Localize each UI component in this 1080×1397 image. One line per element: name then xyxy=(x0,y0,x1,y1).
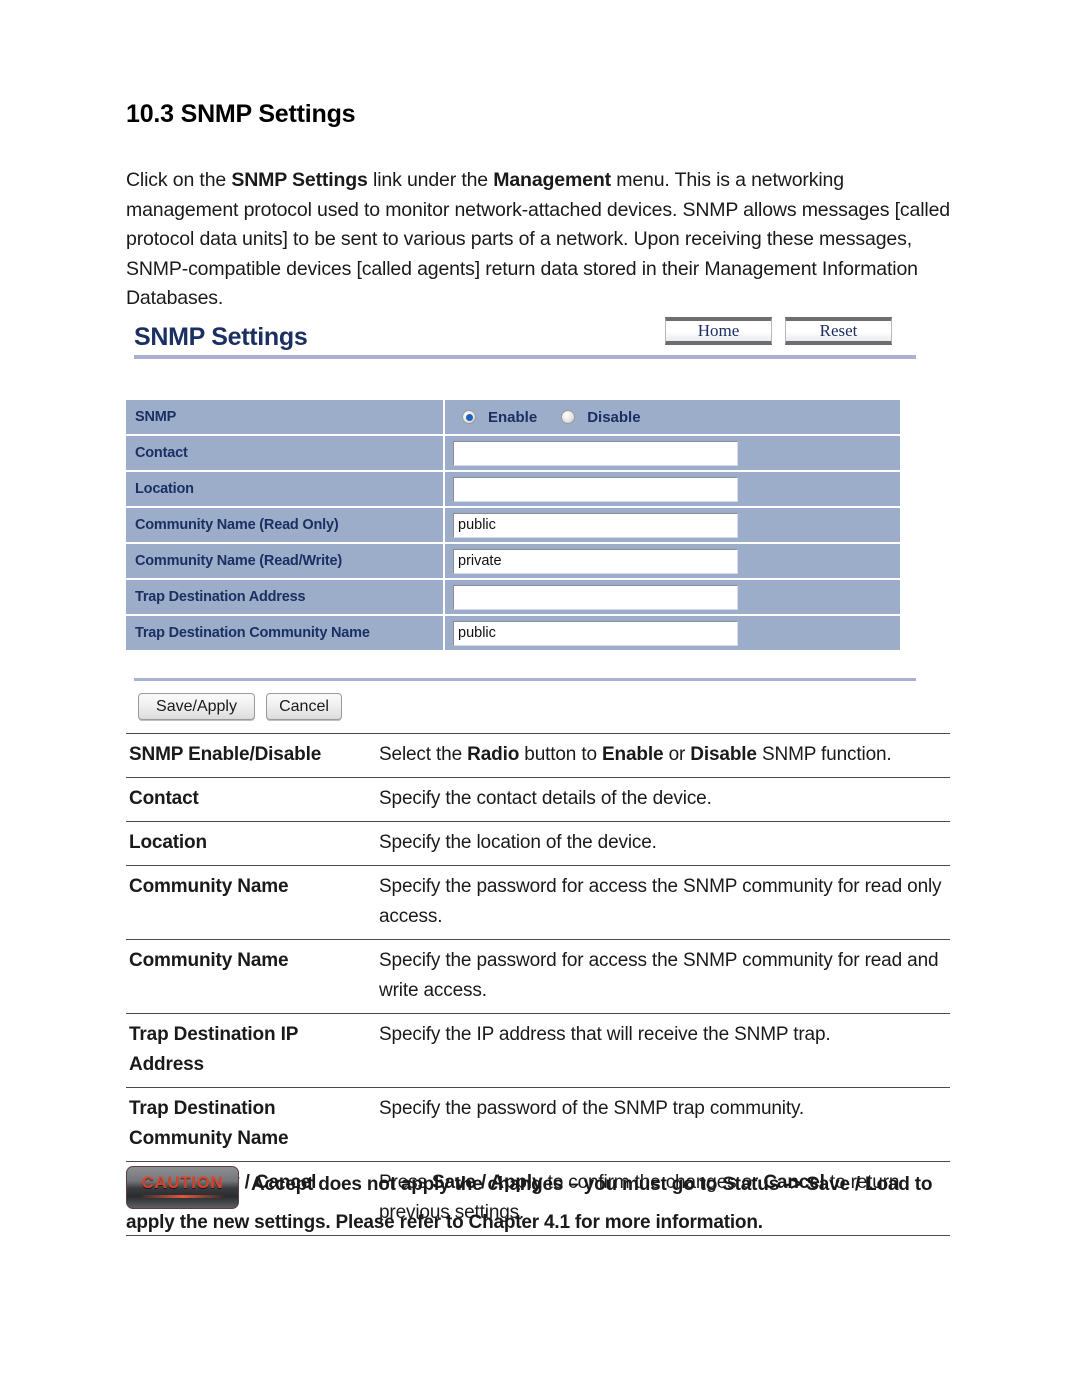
description-term: Contact xyxy=(126,777,375,822)
row-value-location xyxy=(445,472,900,506)
ui-page-title: SNMP Settings xyxy=(134,323,308,351)
row-value-community-read-only xyxy=(445,508,900,542)
intro-bold-management: Management xyxy=(493,169,611,191)
description-definition: Specify the password of the SNMP trap co… xyxy=(375,1087,950,1162)
caution-message-text: Accept does not apply the changes – you … xyxy=(126,1174,933,1233)
definition-text: SNMP function. xyxy=(756,744,892,765)
embedded-ui-screenshot: SNMP Settings Home Reset xyxy=(126,312,916,359)
definition-text: Specify the contact details of the devic… xyxy=(379,788,712,809)
table-row: SNMP Enable/Disable Select the Radio butt… xyxy=(126,733,950,778)
radio-enable[interactable] xyxy=(462,410,476,424)
table-row-location: Location xyxy=(126,472,900,506)
form-divider xyxy=(134,678,916,681)
definition-emphasis: Radio xyxy=(467,744,520,765)
row-label-community-read-only: Community Name (Read Only) xyxy=(126,508,445,542)
description-term: Community Name xyxy=(126,939,375,1014)
contact-input[interactable] xyxy=(453,440,738,466)
row-value-contact xyxy=(445,436,900,470)
row-value-community-read-write xyxy=(445,544,900,578)
row-label-trap-destination-community: Trap Destination Community Name xyxy=(126,616,445,650)
header-divider xyxy=(134,355,916,359)
caution-message: Accept does not apply the changes – you … xyxy=(126,1166,956,1242)
definition-text: Specify the password of the SNMP trap co… xyxy=(379,1098,805,1119)
table-row: Location Specify the location of the devi… xyxy=(126,821,950,866)
row-label-location: Location xyxy=(126,472,445,506)
descriptions-body: SNMP Enable/Disable Select the Radio butt… xyxy=(126,733,950,1236)
row-value-snmp: Enable Disable xyxy=(445,400,900,434)
definition-text: Specify the IP address that will receive… xyxy=(379,1024,831,1045)
description-term: SNMP Enable/Disable xyxy=(126,733,375,778)
table-row-community-read-write: Community Name (Read/Write) xyxy=(126,544,900,578)
description-term: Community Name xyxy=(126,865,375,940)
trap-destination-community-input[interactable] xyxy=(453,620,738,646)
description-definition: Specify the password for access the SNMP… xyxy=(375,865,950,940)
definition-text: Specify the location of the device. xyxy=(379,832,657,853)
description-term: Trap Destination IP Address xyxy=(126,1013,375,1088)
description-term: Trap Destination Community Name xyxy=(126,1087,375,1162)
row-label-snmp: SNMP xyxy=(126,400,445,434)
table-row-snmp: SNMP Enable Disable xyxy=(126,400,900,434)
community-read-write-input[interactable] xyxy=(453,548,738,574)
description-definition: Specify the contact details of the devic… xyxy=(375,777,950,822)
definition-text: Select the xyxy=(379,744,468,765)
field-descriptions-table: SNMP Enable/Disable Select the Radio butt… xyxy=(126,733,950,1236)
document-page: 10.3 SNMP Settings Click on the SNMP Set… xyxy=(0,0,1080,1397)
snmp-radio-group: Enable Disable xyxy=(453,400,900,434)
intro-text-a: Click on the xyxy=(126,169,232,191)
table-row: Trap Destination IP Address Specify the I… xyxy=(126,1013,950,1088)
save-apply-button[interactable]: Save/Apply xyxy=(138,693,255,720)
table-row-contact: Contact xyxy=(126,436,900,470)
definition-text: Specify the password for access the SNMP… xyxy=(379,876,942,927)
radio-disable-label: Disable xyxy=(587,408,641,426)
table-row: Community Name Specify the password for a… xyxy=(126,865,950,940)
table-row: Community Name Specify the password for a… xyxy=(126,939,950,1014)
snmp-settings-table: SNMP Enable Disable Contact Location Com… xyxy=(126,398,900,652)
row-label-community-read-write: Community Name (Read/Write) xyxy=(126,544,445,578)
settings-table-body: SNMP Enable Disable Contact Location Com… xyxy=(126,400,900,650)
ui-header: SNMP Settings Home Reset xyxy=(126,312,916,359)
description-definition: Specify the password for access the SNMP… xyxy=(375,939,950,1014)
reset-button[interactable]: Reset xyxy=(785,317,892,345)
description-definition: Specify the IP address that will receive… xyxy=(375,1013,950,1088)
row-value-trap-destination-community xyxy=(445,616,900,650)
definition-text: Specify the password for access the SNMP… xyxy=(379,950,939,1001)
radio-enable-label: Enable xyxy=(488,408,538,426)
table-row-trap-destination-community: Trap Destination Community Name xyxy=(126,616,900,650)
location-input[interactable] xyxy=(453,476,738,502)
table-row-trap-destination-address: Trap Destination Address xyxy=(126,580,900,614)
intro-bold-snmp-settings: SNMP Settings xyxy=(231,169,368,191)
table-row: Contact Specify the contact details of th… xyxy=(126,777,950,822)
row-label-trap-destination-address: Trap Destination Address xyxy=(126,580,445,614)
cancel-button[interactable]: Cancel xyxy=(266,693,342,720)
row-label-contact: Contact xyxy=(126,436,445,470)
home-button[interactable]: Home xyxy=(665,317,772,345)
definition-emphasis: Disable xyxy=(690,744,757,765)
page-title: 10.3 SNMP Settings xyxy=(126,100,356,128)
description-term: Location xyxy=(126,821,375,866)
table-row: Trap Destination Community Name Specify t… xyxy=(126,1087,950,1162)
description-definition: Specify the location of the device. xyxy=(375,821,950,866)
trap-destination-address-input[interactable] xyxy=(453,584,738,610)
definition-text: or xyxy=(663,744,691,765)
intro-text-b: link under the xyxy=(367,169,494,191)
community-read-only-input[interactable] xyxy=(453,512,738,538)
row-value-trap-destination-address xyxy=(445,580,900,614)
table-row-community-read-only: Community Name (Read Only) xyxy=(126,508,900,542)
definition-emphasis: Enable xyxy=(602,744,664,765)
description-definition: Select the Radio button to Enable or Dis… xyxy=(375,733,950,778)
definition-text: button to xyxy=(519,744,603,765)
intro-paragraph: Click on the SNMP Settings link under th… xyxy=(126,166,954,314)
radio-disable[interactable] xyxy=(561,410,576,424)
